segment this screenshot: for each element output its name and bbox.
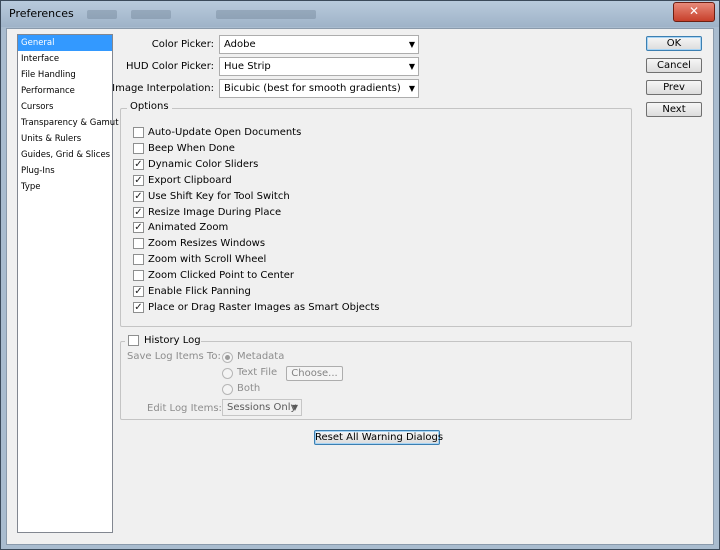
title-bar[interactable]: Preferences ✕ bbox=[1, 1, 719, 27]
prev-button-label: Prev bbox=[663, 82, 685, 93]
checkmark-icon: ✓ bbox=[134, 190, 143, 202]
checkbox-checked[interactable]: ✓ bbox=[133, 158, 144, 170]
cancel-button-label: Cancel bbox=[657, 60, 691, 71]
choose-button[interactable]: Choose... bbox=[286, 366, 343, 381]
close-button[interactable]: ✕ bbox=[673, 2, 715, 22]
color-picker-select[interactable]: Adobe ▼ bbox=[219, 35, 419, 54]
image-interpolation-value: Bicubic (best for smooth gradients) bbox=[224, 83, 401, 94]
save-option-label: Text File bbox=[237, 367, 278, 378]
checkmark-icon: ✓ bbox=[134, 301, 143, 313]
checkbox-checked[interactable]: ✓ bbox=[133, 190, 144, 202]
history-log-checkbox[interactable] bbox=[128, 335, 139, 346]
checkbox-unchecked[interactable] bbox=[133, 142, 144, 154]
save-log-items-label: Save Log Items To: bbox=[127, 351, 221, 362]
option-label: Animated Zoom bbox=[148, 222, 229, 234]
color-picker-label: Color Picker: bbox=[151, 39, 214, 50]
save-option-radio[interactable] bbox=[222, 368, 233, 379]
category-item[interactable]: Transparency & Gamut bbox=[18, 115, 119, 131]
category-item[interactable]: Type bbox=[18, 179, 112, 195]
choose-button-label: Choose... bbox=[291, 368, 338, 379]
checkmark-icon: ✓ bbox=[134, 206, 143, 218]
save-option-label: Both bbox=[237, 383, 261, 394]
option-label: Auto-Update Open Documents bbox=[148, 127, 302, 138]
title-bar-reflection bbox=[87, 10, 117, 19]
save-option-radio[interactable] bbox=[222, 384, 233, 395]
image-interpolation-label: Image Interpolation: bbox=[112, 83, 214, 94]
window-title: Preferences bbox=[9, 7, 74, 20]
save-option-radio[interactable] bbox=[222, 352, 233, 363]
option-label: Export Clipboard bbox=[148, 174, 232, 186]
reset-warning-dialogs-label: Reset All Warning Dialogs bbox=[315, 432, 444, 443]
category-item[interactable]: General bbox=[18, 35, 112, 51]
preferences-window: Preferences ✕ General Interface File Handl… bbox=[0, 0, 720, 550]
category-item[interactable]: Guides, Grid & Slices bbox=[18, 147, 112, 163]
history-log-group: History Log Save Log Items To: Metadata T… bbox=[120, 334, 632, 420]
category-item[interactable]: Interface bbox=[18, 51, 112, 67]
category-item[interactable]: Performance bbox=[18, 83, 112, 99]
checkmark-icon: ✓ bbox=[134, 174, 143, 186]
next-button-label: Next bbox=[662, 104, 686, 115]
options-group: Options Auto-Update Open Documents Beep W… bbox=[120, 101, 632, 327]
option-label: Zoom with Scroll Wheel bbox=[148, 254, 267, 266]
chevron-down-icon: ▼ bbox=[408, 40, 415, 49]
edit-log-items-select[interactable]: Sessions Only ▼ bbox=[222, 399, 302, 416]
image-interpolation-select[interactable]: Bicubic (best for smooth gradients) ▼ bbox=[219, 79, 419, 98]
option-label: Beep When Done bbox=[148, 142, 235, 154]
save-option-label: Metadata bbox=[237, 351, 285, 362]
option-label: Zoom Resizes Windows bbox=[148, 238, 266, 250]
dialog-body: General Interface File Handling Performance… bbox=[6, 28, 714, 545]
checkbox-unchecked[interactable] bbox=[133, 254, 144, 266]
category-item[interactable]: Plug-Ins bbox=[18, 163, 112, 179]
edit-log-items-value: Sessions Only bbox=[227, 402, 297, 413]
checkbox-checked[interactable]: ✓ bbox=[133, 301, 144, 313]
category-list[interactable]: General Interface File Handling Performance… bbox=[17, 34, 119, 533]
reset-warning-dialogs-button[interactable]: Reset All Warning Dialogs bbox=[314, 430, 444, 445]
checkbox-unchecked[interactable] bbox=[133, 127, 144, 138]
checkmark-icon: ✓ bbox=[134, 286, 143, 297]
option-label: Dynamic Color Sliders bbox=[148, 158, 259, 170]
checkbox-checked[interactable]: ✓ bbox=[133, 174, 144, 186]
edit-log-items-label: Edit Log Items: bbox=[147, 403, 222, 414]
prev-button[interactable]: Prev bbox=[646, 80, 702, 95]
checkbox-unchecked[interactable] bbox=[133, 238, 144, 250]
chevron-down-icon: ▼ bbox=[291, 403, 298, 412]
cancel-button[interactable]: Cancel bbox=[646, 58, 702, 73]
title-bar-reflection bbox=[131, 10, 171, 19]
checkmark-icon: ✓ bbox=[134, 222, 143, 234]
hud-color-picker-value: Hue Strip bbox=[224, 61, 271, 72]
hud-color-picker-select[interactable]: Hue Strip ▼ bbox=[219, 57, 419, 76]
hud-color-picker-label: HUD Color Picker: bbox=[126, 61, 214, 72]
checkbox-unchecked[interactable] bbox=[133, 270, 144, 282]
next-button[interactable]: Next bbox=[646, 102, 702, 117]
history-log-label: History Log bbox=[144, 335, 201, 346]
option-label: Place or Drag Raster Images as Smart Obj… bbox=[148, 301, 380, 313]
option-label: Resize Image During Place bbox=[148, 206, 282, 218]
option-label: Use Shift Key for Tool Switch bbox=[148, 190, 290, 202]
checkbox-checked[interactable]: ✓ bbox=[133, 286, 144, 297]
ok-button-label: OK bbox=[666, 38, 682, 49]
checkmark-icon: ✓ bbox=[134, 158, 143, 170]
options-group-title: Options bbox=[127, 101, 172, 112]
ok-button[interactable]: OK bbox=[646, 36, 702, 51]
close-icon: ✕ bbox=[688, 4, 700, 18]
checkbox-checked[interactable]: ✓ bbox=[133, 206, 144, 218]
checkbox-checked[interactable]: ✓ bbox=[133, 222, 144, 234]
option-label: Zoom Clicked Point to Center bbox=[148, 270, 295, 282]
option-label: Enable Flick Panning bbox=[148, 286, 251, 297]
chevron-down-icon: ▼ bbox=[408, 84, 415, 93]
category-item[interactable]: File Handling bbox=[18, 67, 112, 83]
category-item[interactable]: Cursors bbox=[18, 99, 112, 115]
color-picker-value: Adobe bbox=[224, 39, 256, 50]
category-item[interactable]: Units & Rulers bbox=[18, 131, 112, 147]
title-bar-reflection bbox=[216, 10, 316, 19]
chevron-down-icon: ▼ bbox=[408, 62, 415, 71]
history-log-toggle[interactable]: History Log bbox=[125, 334, 201, 348]
